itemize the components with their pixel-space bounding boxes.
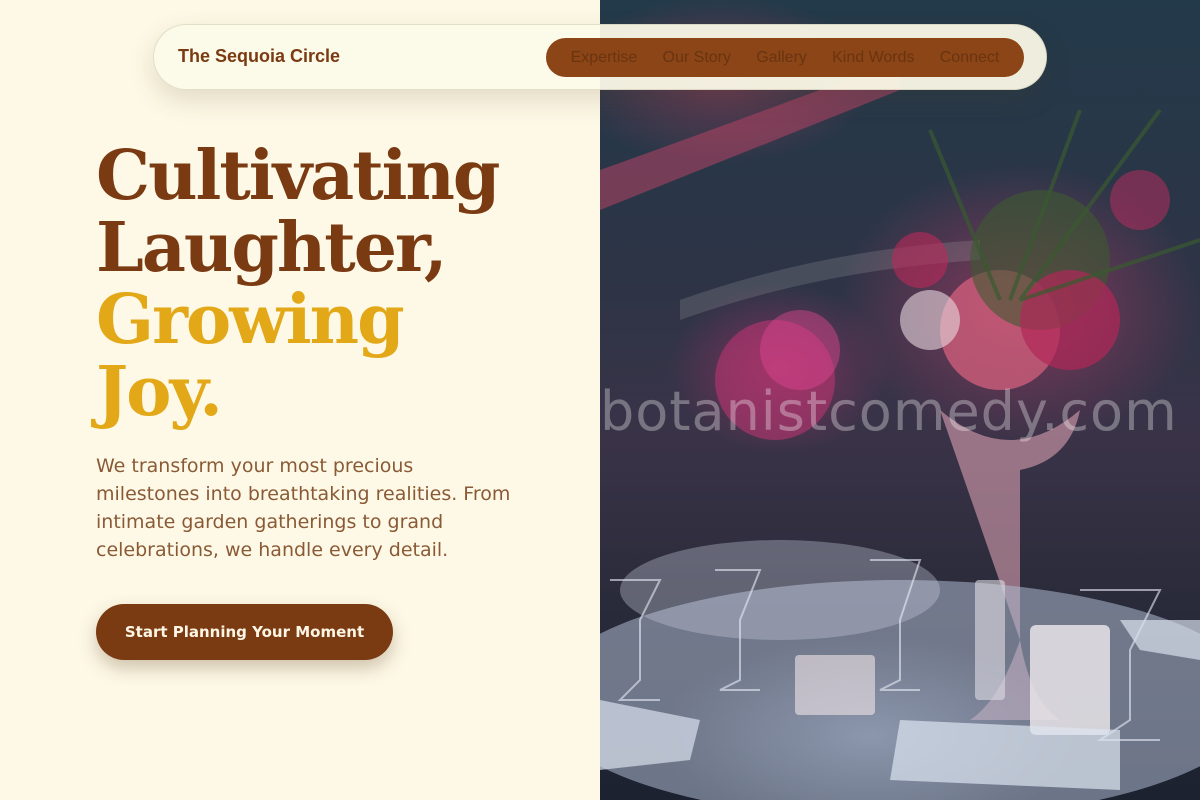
headline-line-cultivating: Cultivating xyxy=(96,136,500,216)
brand-name[interactable]: The Sequoia Circle xyxy=(178,46,340,67)
headline-line-laughter: Laughter, xyxy=(96,208,448,288)
nav-link-kind-words[interactable]: Kind Words xyxy=(832,49,914,67)
image-watermark: botanistcomedy.com xyxy=(600,380,1178,443)
nav-link-gallery[interactable]: Gallery xyxy=(756,49,807,67)
nav-link-expertise[interactable]: Expertise xyxy=(571,49,638,67)
start-planning-button[interactable]: Start Planning Your Moment xyxy=(96,604,393,660)
header-nav: The Sequoia Circle Expertise Our Story G… xyxy=(153,24,1047,90)
headline-line-joy: Joy. xyxy=(96,352,223,432)
headline-line-growing: Growing xyxy=(96,280,405,360)
hero-description: We transform your most precious mileston… xyxy=(96,455,511,561)
nav-menu: Expertise Our Story Gallery Kind Words C… xyxy=(546,38,1024,77)
nav-link-our-story[interactable]: Our Story xyxy=(663,49,731,67)
nav-link-connect[interactable]: Connect xyxy=(940,49,1000,67)
hero-headline: Cultivating Laughter, Growing Joy. xyxy=(96,136,500,432)
